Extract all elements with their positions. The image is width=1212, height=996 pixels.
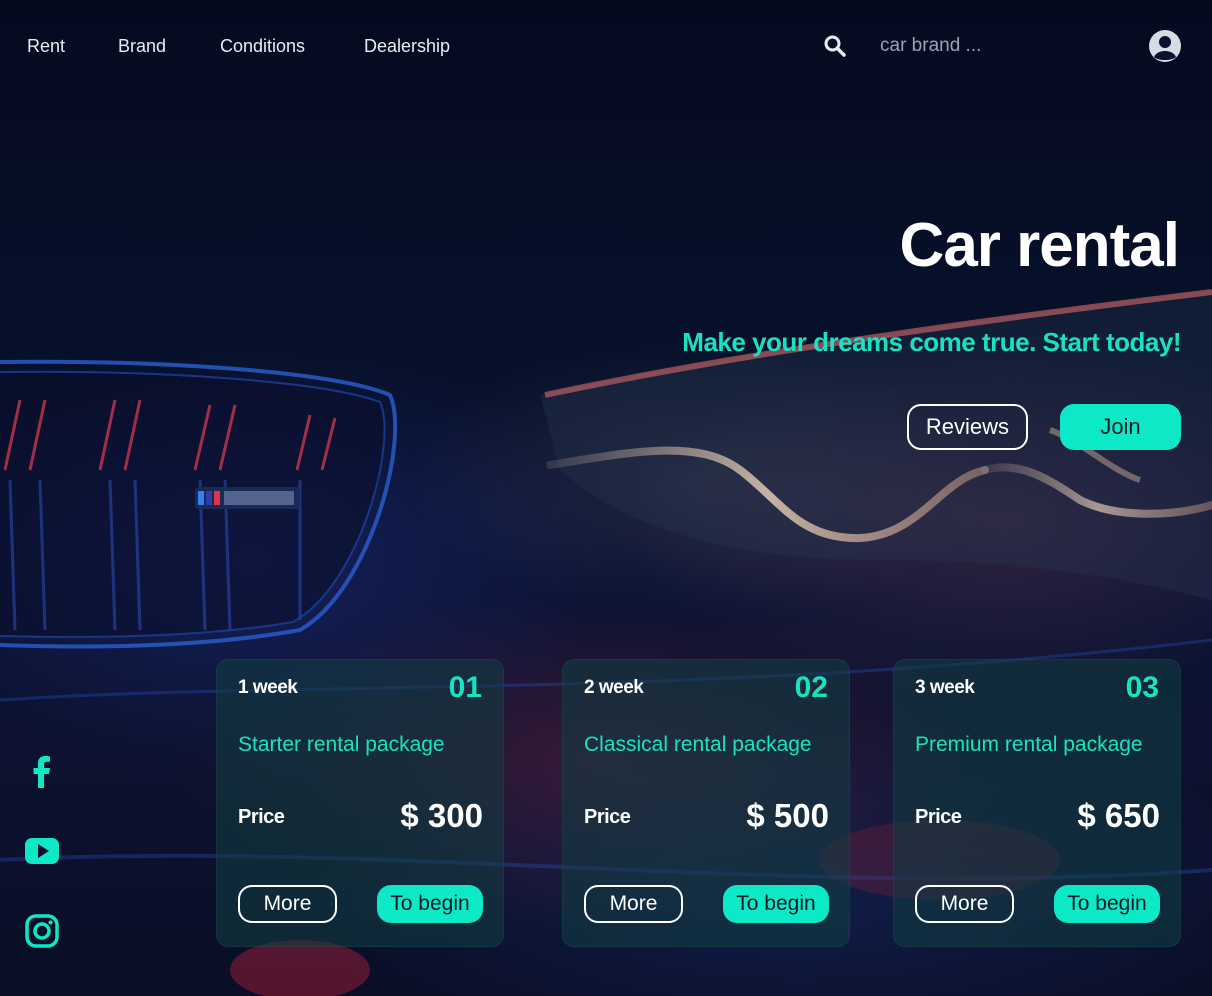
user-circle-icon[interactable] [1148, 29, 1182, 63]
nav-dealership[interactable]: Dealership [364, 36, 450, 57]
price-label: Price [915, 806, 962, 828]
package-price: $ 300 [400, 797, 483, 834]
hero-subtitle: Make your dreams come true. Start today! [682, 327, 1181, 357]
package-name: Premium rental package [915, 733, 1143, 756]
package-price: $ 500 [746, 797, 829, 834]
price-label: Price [584, 806, 631, 828]
nav-rent[interactable]: Rent [27, 36, 65, 57]
package-number: 03 [1125, 671, 1159, 704]
package-card-2week: 2 week 02 Classical rental package Price… [562, 659, 850, 947]
package-name: Classical rental package [584, 733, 812, 756]
price-label: Price [238, 806, 285, 828]
package-price: $ 650 [1077, 797, 1160, 834]
hero-title: Car rental [899, 211, 1180, 280]
instagram-icon[interactable] [24, 913, 60, 949]
reviews-button[interactable]: Reviews [907, 404, 1028, 450]
youtube-icon[interactable] [24, 833, 60, 869]
package-number: 02 [794, 671, 828, 704]
package-period: 1 week [238, 677, 298, 698]
more-button[interactable]: More [915, 885, 1014, 923]
to-begin-button[interactable]: To begin [377, 885, 483, 923]
more-button[interactable]: More [584, 885, 683, 923]
join-button[interactable]: Join [1060, 404, 1181, 450]
facebook-icon[interactable] [24, 753, 60, 789]
package-card-3week: 3 week 03 Premium rental package Price $… [893, 659, 1181, 947]
package-number: 01 [448, 671, 482, 704]
package-name: Starter rental package [238, 733, 445, 756]
package-card-1week: 1 week 01 Starter rental package Price $… [216, 659, 504, 947]
package-period: 3 week [915, 677, 975, 698]
to-begin-button[interactable]: To begin [1054, 885, 1160, 923]
package-period: 2 week [584, 677, 644, 698]
search-input[interactable] [880, 32, 1080, 60]
to-begin-button[interactable]: To begin [723, 885, 829, 923]
more-button[interactable]: More [238, 885, 337, 923]
search-icon[interactable] [823, 34, 847, 58]
nav-conditions[interactable]: Conditions [220, 36, 305, 57]
nav-brand[interactable]: Brand [118, 36, 166, 57]
